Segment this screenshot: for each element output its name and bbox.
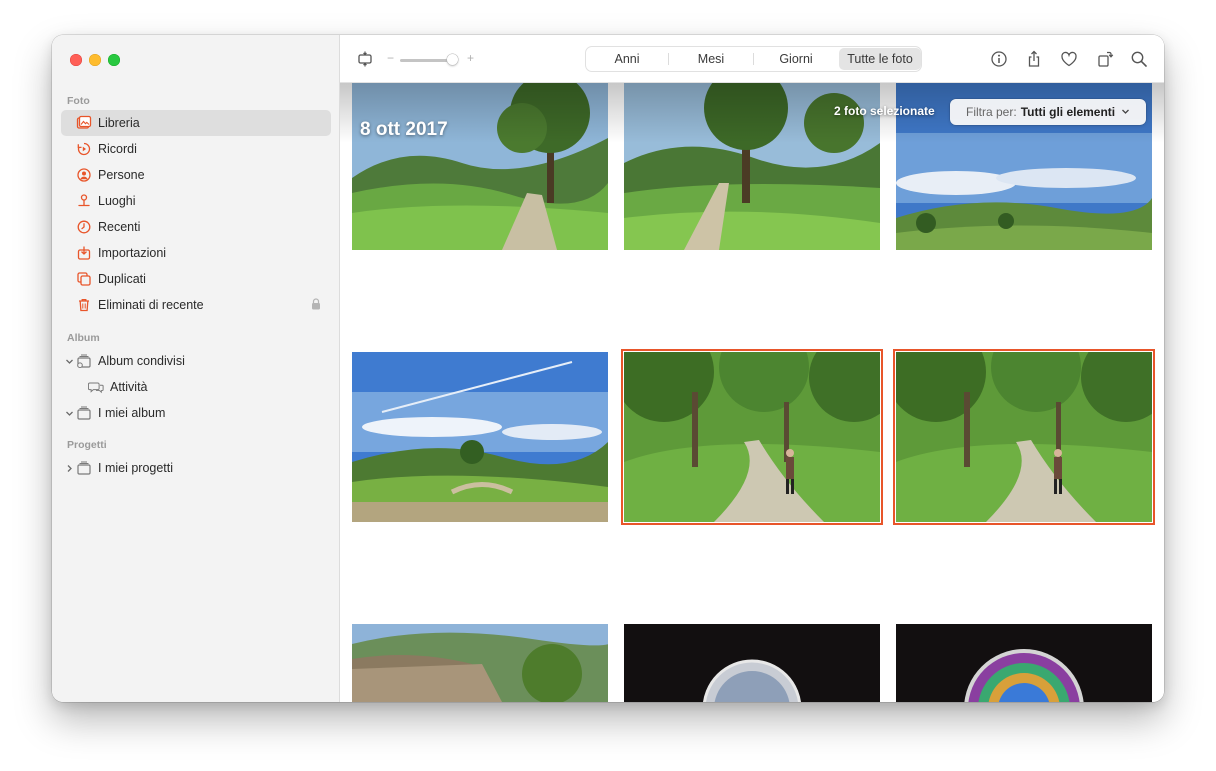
zoom-in-button[interactable]: + [467, 51, 474, 65]
slideshow-fit-icon[interactable] [355, 49, 375, 69]
sidebar-item-label: Libreria [98, 116, 140, 130]
section-title-progetti: Progetti [67, 439, 107, 451]
tab-giorni[interactable]: Giorni [754, 47, 838, 71]
photo-thumbnail[interactable] [624, 624, 880, 702]
trash-icon [76, 297, 92, 313]
sidebar-item-label: Album condivisi [98, 354, 185, 368]
photo-thumbnail[interactable] [896, 624, 1152, 702]
lock-icon [311, 298, 321, 313]
zoom-window-button[interactable] [108, 54, 120, 66]
sidebar-item-eliminati-di-recente[interactable]: Eliminati di recente [61, 292, 331, 318]
photo-thumbnail[interactable] [352, 624, 608, 702]
photo-thumbnail-selected[interactable] [621, 349, 883, 525]
sidebar-item-duplicati[interactable]: Duplicati [61, 266, 331, 292]
share-icon[interactable] [1024, 49, 1044, 69]
tab-anni[interactable]: Anni [586, 47, 668, 71]
sidebar-item-libreria[interactable]: Libreria [61, 110, 331, 136]
people-icon [76, 167, 92, 183]
main-content: − + Anni Mesi Giorni Tutte le foto 8 ott… [340, 35, 1164, 702]
sidebar-item-label: Importazioni [98, 246, 167, 260]
chevron-down-icon [1121, 105, 1130, 119]
view-segmented-control: Anni Mesi Giorni Tutte le foto [585, 46, 922, 72]
duplicates-icon [76, 271, 92, 287]
sidebar-item-label: I miei album [98, 406, 166, 420]
filter-prefix-label: Filtra per: [966, 105, 1017, 119]
sidebar-item-ricordi[interactable]: Ricordi [61, 136, 331, 162]
zoom-slider-thumb[interactable] [447, 54, 458, 65]
photo-thumbnail[interactable] [352, 352, 608, 522]
projects-icon [76, 460, 92, 476]
search-icon[interactable] [1129, 49, 1149, 69]
sidebar-item-label: Ricordi [98, 142, 137, 156]
memories-icon [76, 141, 92, 157]
toolbar: − + Anni Mesi Giorni Tutte le foto [340, 35, 1164, 83]
section-title-foto: Foto [67, 95, 90, 107]
recents-clock-icon [76, 219, 92, 235]
sidebar-item-label: Recenti [98, 220, 141, 234]
zoom-out-button[interactable]: − [387, 51, 394, 65]
sidebar-item-attivita[interactable]: Attività [61, 374, 331, 400]
sidebar-item-label: I miei progetti [98, 461, 174, 475]
section-title-album: Album [67, 332, 100, 344]
sidebar-item-label: Eliminati di recente [98, 298, 204, 312]
tab-tutte-le-foto[interactable]: Tutte le foto [839, 48, 921, 70]
sidebar-item-i-miei-album[interactable]: I miei album [61, 400, 331, 426]
my-albums-icon [76, 405, 92, 421]
sidebar-item-label: Duplicati [98, 272, 146, 286]
shared-album-icon [76, 353, 92, 369]
sidebar-item-i-miei-progetti[interactable]: I miei progetti [61, 455, 331, 481]
sidebar-item-label: Persone [98, 168, 145, 182]
sidebar-item-label: Attività [110, 380, 148, 394]
close-window-button[interactable] [70, 54, 82, 66]
sidebar-item-luoghi[interactable]: Luoghi [61, 188, 331, 214]
photo-thumbnail[interactable] [352, 83, 608, 250]
selection-count-label: 2 foto selezionate [834, 104, 935, 118]
rotate-icon[interactable] [1095, 49, 1115, 69]
date-heading: 8 ott 2017 [360, 119, 448, 140]
sidebar-item-album-condivisi[interactable]: Album condivisi [61, 348, 331, 374]
photo-thumbnail-selected[interactable] [893, 349, 1155, 525]
zoom-slider[interactable] [400, 59, 454, 62]
places-pin-icon [76, 193, 92, 209]
minimize-window-button[interactable] [89, 54, 101, 66]
sidebar: Foto Libreria Ricordi Persone Luoghi Rec… [52, 35, 340, 702]
sidebar-item-label: Luoghi [98, 194, 136, 208]
imports-icon [76, 245, 92, 261]
heart-icon[interactable] [1059, 49, 1079, 69]
sidebar-item-importazioni[interactable]: Importazioni [61, 240, 331, 266]
activity-bubble-icon [88, 379, 104, 395]
sidebar-item-persone[interactable]: Persone [61, 162, 331, 188]
photo-grid [340, 83, 1164, 702]
tab-mesi[interactable]: Mesi [669, 47, 753, 71]
photo-library-icon [76, 115, 92, 131]
filter-value-label: Tutti gli elementi [1020, 105, 1116, 119]
info-icon[interactable] [989, 49, 1009, 69]
filter-dropdown-button[interactable]: Filtra per: Tutti gli elementi [950, 99, 1146, 125]
sidebar-item-recenti[interactable]: Recenti [61, 214, 331, 240]
photos-window: Foto Libreria Ricordi Persone Luoghi Rec… [52, 35, 1164, 702]
